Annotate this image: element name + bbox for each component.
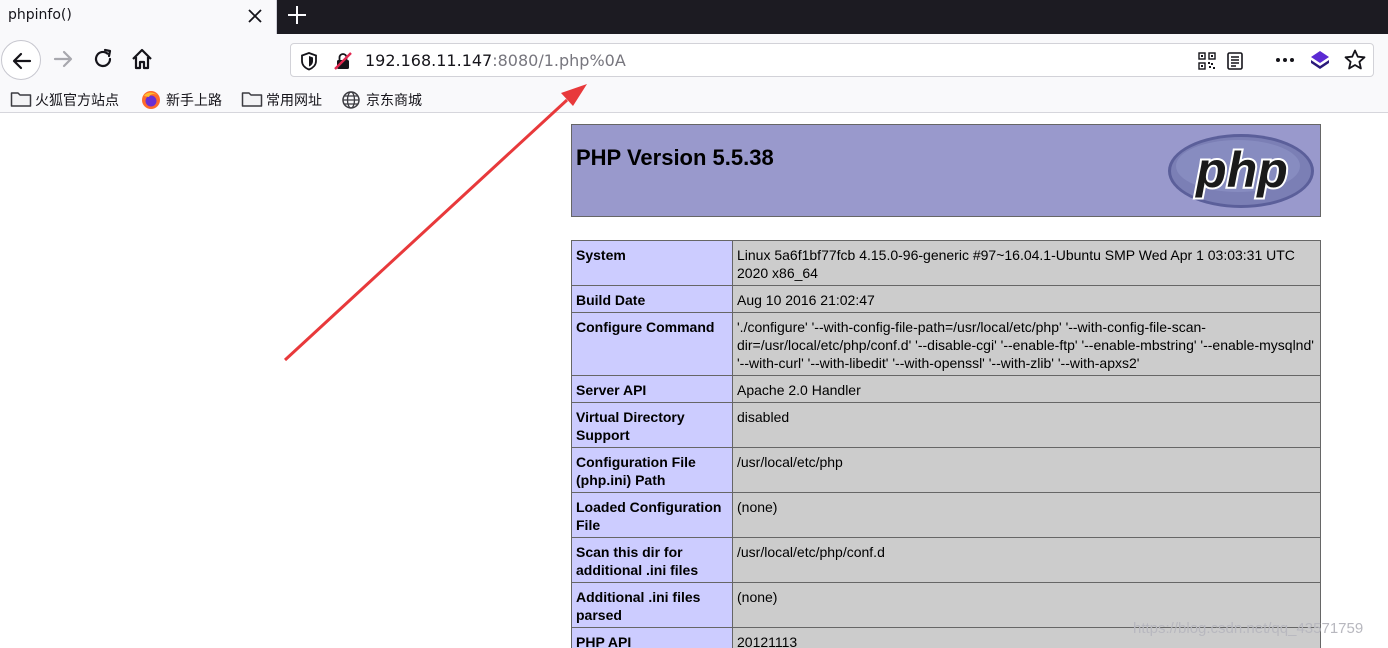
row-value: Linux 5a6f1bf77fcb 4.15.0-96-generic #97…: [732, 240, 1321, 286]
insecure-lock-icon[interactable]: [333, 51, 353, 71]
table-row: System Linux 5a6f1bf77fcb 4.15.0-96-gener…: [571, 240, 1321, 286]
page-content: PHP Version 5.5.38 php php System Linux 5…: [0, 114, 1388, 648]
navigation-toolbar: 192.168.11.147:8080/1.php%0A: [0, 34, 1388, 85]
folder-icon: [241, 92, 263, 107]
home-icon[interactable]: [130, 47, 154, 71]
table-row: Build Date Aug 10 2016 21:02:47: [571, 285, 1321, 313]
folder-icon: [10, 92, 32, 107]
back-button[interactable]: [1, 40, 41, 80]
php-info-table: System Linux 5a6f1bf77fcb 4.15.0-96-gener…: [571, 240, 1321, 648]
row-value: Aug 10 2016 21:02:47: [732, 285, 1321, 313]
row-label: Scan this dir for additional .ini files: [571, 537, 733, 583]
row-label: Configure Command: [571, 312, 733, 376]
tab-strip: phpinfo(): [0, 0, 1388, 34]
globe-icon: [342, 91, 360, 109]
table-row: Loaded Configuration File (none): [571, 492, 1321, 538]
row-label: Loaded Configuration File: [571, 492, 733, 538]
php-logo: php php: [1168, 134, 1314, 208]
bookmark-item[interactable]: 常用网址: [241, 89, 331, 109]
bookmark-item[interactable]: 新手上路: [141, 89, 231, 109]
row-value: (none): [732, 492, 1321, 538]
tab-phpinfo[interactable]: phpinfo(): [0, 0, 277, 34]
row-value: disabled: [732, 402, 1321, 448]
row-label: System: [571, 240, 733, 286]
new-tab-icon[interactable]: [286, 4, 308, 26]
row-label: Virtual Directory Support: [571, 402, 733, 448]
watermark: https://blog.csdn.net/qq_43571759: [1133, 620, 1364, 637]
row-label: PHP API: [571, 627, 733, 648]
row-label: Build Date: [571, 285, 733, 313]
row-label: Configuration File (php.ini) Path: [571, 447, 733, 493]
table-row: Configure Command './configure' '--with-c…: [571, 312, 1321, 376]
svg-text:php: php: [1194, 142, 1288, 198]
table-row: Server API Apache 2.0 Handler: [571, 375, 1321, 403]
bookmark-star-icon[interactable]: [1343, 48, 1367, 72]
row-value: /usr/local/etc/php/conf.d: [732, 537, 1321, 583]
bookmark-label: 京东商城: [366, 93, 422, 109]
reader-view-icon[interactable]: [1225, 51, 1245, 71]
bookmark-item[interactable]: 京东商城: [341, 89, 431, 109]
bookmark-label: 火狐官方站点: [35, 93, 119, 109]
qr-code-icon[interactable]: [1197, 51, 1217, 71]
table-row: Configuration File (php.ini) Path/usr/lo…: [571, 447, 1321, 493]
url-path: :8080/1.php%0A: [492, 51, 626, 70]
bookmarks-toolbar: 火狐官方站点 新手上路 常用网址 京东商城: [0, 85, 1388, 113]
row-label: Server API: [571, 375, 733, 403]
bookmark-label: 常用网址: [266, 93, 322, 109]
page-title: PHP Version 5.5.38: [576, 145, 774, 170]
row-label: Additional .ini files parsed: [571, 582, 733, 628]
table-row: Scan this dir for additional .ini files /…: [571, 537, 1321, 583]
url-text[interactable]: 192.168.11.147:8080/1.php%0A: [365, 51, 626, 70]
row-value: /usr/local/etc/php: [732, 447, 1321, 493]
close-icon[interactable]: [246, 7, 264, 25]
firefox-icon: [142, 91, 160, 109]
more-actions-icon[interactable]: [1274, 50, 1296, 70]
shield-icon[interactable]: [299, 51, 319, 71]
pocket-extension-icon[interactable]: [1309, 49, 1331, 71]
forward-icon[interactable]: [51, 47, 75, 71]
row-value: './configure' '--with-config-file-path=/…: [732, 312, 1321, 376]
arrow-left-icon: [12, 52, 32, 70]
php-version-header: PHP Version 5.5.38 php php: [571, 124, 1321, 217]
row-value: Apache 2.0 Handler: [732, 375, 1321, 403]
url-host: 192.168.11.147: [365, 51, 493, 70]
address-bar[interactable]: 192.168.11.147:8080/1.php%0A: [290, 43, 1374, 77]
reload-icon[interactable]: [91, 47, 115, 71]
bookmark-item[interactable]: 火狐官方站点: [10, 89, 130, 109]
bookmark-label: 新手上路: [166, 93, 222, 109]
table-row: Virtual Directory Support disabled: [571, 402, 1321, 448]
tab-title: phpinfo(): [8, 7, 72, 23]
